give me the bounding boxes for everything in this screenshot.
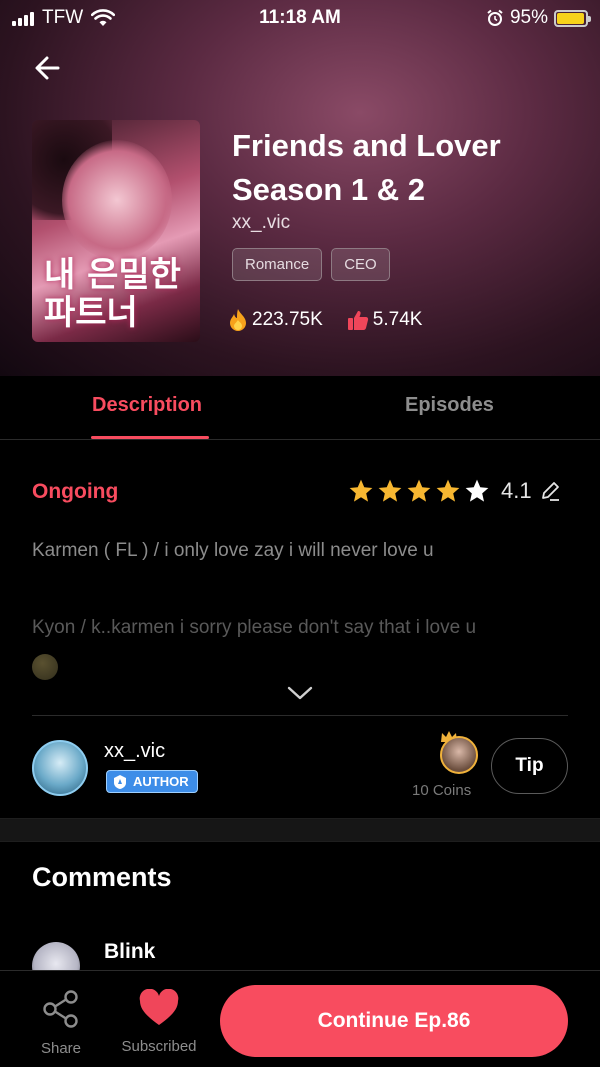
book-header: TFW 11:18 AM 95% 내 은밀한 파트너 Friends and L… xyxy=(0,0,600,376)
alarm-icon xyxy=(487,9,503,26)
star-empty-icon[interactable] xyxy=(464,478,490,504)
back-button[interactable] xyxy=(30,50,66,86)
commenter-name[interactable]: Blink xyxy=(104,940,155,964)
author-badge-label: AUTHOR xyxy=(133,774,189,789)
star-rating[interactable] xyxy=(348,478,490,504)
thumbs-up-icon xyxy=(347,311,368,330)
book-cover: 내 은밀한 파트너 xyxy=(32,120,200,342)
continue-reading-button[interactable]: Continue Ep.86 xyxy=(220,985,568,1057)
tab-episodes[interactable]: Episodes xyxy=(405,394,494,417)
comments-title: Comments xyxy=(32,862,172,892)
status-bar: TFW 11:18 AM 95% xyxy=(0,0,600,36)
status-right: 95% xyxy=(486,7,591,29)
star-filled-icon[interactable] xyxy=(348,478,374,504)
author-row: xx_.vic AUTHOR 10 Coins Tip xyxy=(0,716,600,818)
author-avatar[interactable] xyxy=(32,740,88,796)
rating: 4.1 xyxy=(348,478,561,504)
share-label: Share xyxy=(40,1040,82,1057)
author-name[interactable]: xx_.vic xyxy=(104,740,165,763)
author-badge: AUTHOR xyxy=(106,770,198,793)
expand-description-button[interactable] xyxy=(286,684,314,707)
chevron-down-icon xyxy=(287,686,313,700)
emoji-icon xyxy=(32,654,58,680)
rating-value: 4.1 xyxy=(501,478,532,503)
views-count: 223.75K xyxy=(252,309,323,330)
tab-description[interactable]: Description xyxy=(92,394,202,417)
tab-bar: Description Episodes xyxy=(0,376,600,440)
tip-button[interactable]: Tip xyxy=(491,738,568,794)
subscribed-label: Subscribed xyxy=(121,1038,197,1055)
subscribed-button[interactable]: Subscribed xyxy=(114,988,204,1055)
star-filled-icon[interactable] xyxy=(406,478,432,504)
star-filled-icon[interactable] xyxy=(435,478,461,504)
likes-stat: 5.74K xyxy=(347,308,423,332)
heart-icon xyxy=(139,988,179,1025)
cover-title-art: 내 은밀한 파트너 xyxy=(44,255,181,333)
arrow-left-icon xyxy=(35,56,60,80)
battery-icon xyxy=(554,9,591,27)
active-tab-indicator xyxy=(91,436,209,439)
section-separator xyxy=(0,818,600,842)
coins-label: 10 Coins xyxy=(412,782,472,799)
share-button[interactable]: Share xyxy=(32,989,90,1057)
battery-percent: 95% xyxy=(509,7,548,28)
book-author[interactable]: xx_.vic xyxy=(232,212,290,234)
top-tipper-avatar[interactable] xyxy=(440,736,478,774)
book-title: Friends and Lover Season 1 & 2 xyxy=(232,128,501,207)
book-stats: 223.75K 5.74K xyxy=(228,308,422,332)
description-line-2: Kyon / k..karmen i sorry please don't sa… xyxy=(32,617,477,638)
star-filled-icon[interactable] xyxy=(377,478,403,504)
bottom-action-bar: Share Subscribed Continue Ep.86 xyxy=(0,970,600,1067)
flame-icon xyxy=(230,309,246,331)
likes-count: 5.74K xyxy=(372,309,423,330)
description-line-1: Karmen ( FL ) / i only love zay i will n… xyxy=(32,540,434,561)
tag-list: Romance CEO xyxy=(232,248,390,281)
author-badge-icon xyxy=(114,775,126,789)
tag-ceo[interactable]: CEO xyxy=(331,248,390,281)
pencil-icon[interactable] xyxy=(539,480,561,502)
share-icon xyxy=(43,990,78,1028)
views-stat: 223.75K xyxy=(228,308,323,332)
tag-romance[interactable]: Romance xyxy=(232,248,323,281)
publication-status: Ongoing xyxy=(32,480,119,503)
